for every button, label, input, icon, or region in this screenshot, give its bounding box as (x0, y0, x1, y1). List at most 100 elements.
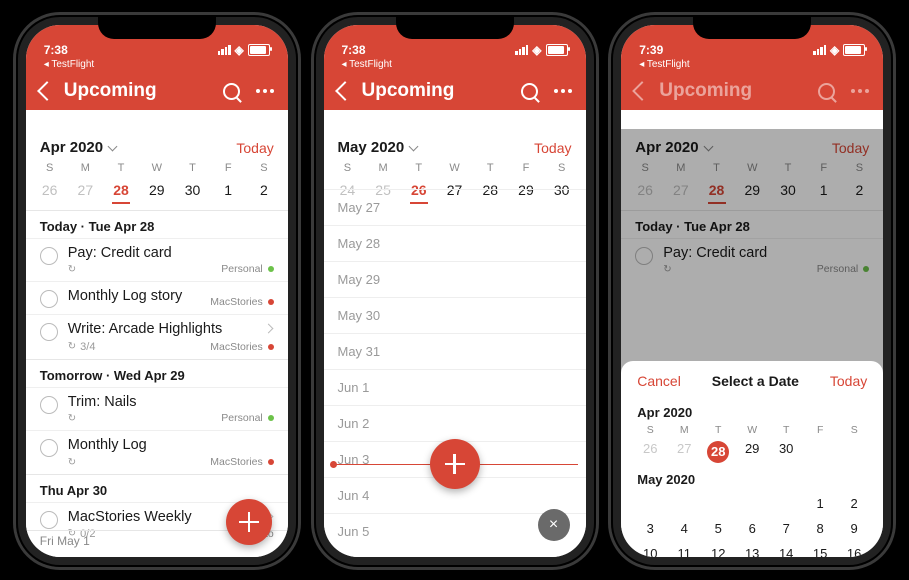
calendar-day (735, 491, 769, 516)
today-button[interactable]: Today (534, 140, 571, 156)
timeline[interactable]: May 27May 28May 29May 30May 31Jun 1Jun 2… (324, 189, 586, 557)
calendar-day (803, 436, 837, 468)
cancel-button[interactable]: Cancel (637, 373, 681, 389)
more-icon[interactable] (851, 89, 869, 93)
task-project: Personal (221, 263, 273, 275)
calendar-day[interactable]: 29 (735, 436, 769, 468)
add-task-button[interactable] (430, 439, 480, 489)
calendar-day (701, 491, 735, 516)
phone-3: 7:39 ◈ ◂ TestFlight Upcoming (611, 15, 893, 567)
task-checkbox[interactable] (40, 396, 58, 414)
more-icon[interactable] (256, 89, 274, 93)
calendar-day[interactable]: 9 (837, 516, 871, 541)
project-dot-icon (268, 459, 274, 465)
month-heading: Apr 2020 (633, 401, 871, 424)
task-item[interactable]: Monthly Log story MacStories (26, 281, 288, 314)
wifi-icon: ◈ (830, 43, 839, 57)
battery-icon (248, 44, 270, 56)
calendar-day[interactable]: 28 (701, 436, 735, 468)
calendar-day[interactable]: 14 (769, 541, 803, 557)
month-label: Apr 2020 (40, 139, 103, 156)
calendar-day[interactable]: 26 (633, 436, 667, 468)
timeline-day[interactable]: Jun 2 (324, 405, 586, 441)
recurring-icon: ↻ (68, 413, 76, 424)
calendar-day[interactable]: 1 (803, 491, 837, 516)
calendar-day (837, 436, 871, 468)
calendar-day[interactable]: 12 (701, 541, 735, 557)
timeline-day[interactable]: May 28 (324, 225, 586, 261)
timeline-day[interactable]: May 30 (324, 297, 586, 333)
search-icon[interactable] (818, 83, 835, 100)
weekday-header: SMTWTFS (633, 424, 871, 436)
testflight-back[interactable]: ◂ TestFlight (324, 59, 586, 72)
timeline-day[interactable]: May 29 (324, 261, 586, 297)
calendar-day[interactable]: 10 (633, 541, 667, 557)
back-icon[interactable] (632, 81, 652, 101)
calendar-day[interactable]: 28 (103, 178, 139, 202)
calendar-day[interactable]: 11 (667, 541, 701, 557)
task-item[interactable]: Trim: Nails ↻ Personal (26, 387, 288, 430)
search-icon[interactable] (223, 83, 240, 100)
calendar-day[interactable]: 13 (735, 541, 769, 557)
testflight-back[interactable]: ◂ TestFlight (621, 59, 883, 72)
calendar-day[interactable]: 29 (139, 178, 175, 202)
task-title: Trim: Nails (68, 394, 274, 411)
wifi-icon: ◈ (532, 43, 541, 57)
date-picker-sheet: Cancel Select a Date Today Apr 2020 SMTW… (621, 361, 883, 557)
task-project: Personal (221, 412, 273, 424)
calendar-day (769, 491, 803, 516)
notch (98, 15, 216, 39)
today-button[interactable]: Today (830, 373, 867, 389)
calendar-day[interactable]: 16 (837, 541, 871, 557)
calendar-day[interactable]: 2 (837, 491, 871, 516)
back-icon[interactable] (37, 81, 57, 101)
timeline-day[interactable]: May 27 (324, 189, 586, 225)
battery-icon (546, 44, 568, 56)
task-checkbox[interactable] (40, 323, 58, 341)
close-button[interactable]: × (538, 509, 570, 541)
calendar-day[interactable]: 30 (175, 178, 211, 202)
task-checkbox[interactable] (40, 439, 58, 457)
calendar-day (633, 491, 667, 516)
recurring-icon: ↻ (68, 264, 76, 275)
calendar-day[interactable]: 8 (803, 516, 837, 541)
month-label: May 2020 (338, 139, 405, 156)
task-checkbox[interactable] (40, 290, 58, 308)
month-selector[interactable]: Apr 2020 (40, 139, 116, 156)
back-icon[interactable] (335, 81, 355, 101)
task-title: Write: Arcade Highlights (68, 321, 274, 338)
project-dot-icon (268, 415, 274, 421)
calendar-day[interactable]: 4 (667, 516, 701, 541)
calendar-day[interactable]: 7 (769, 516, 803, 541)
calendar-day[interactable]: 27 (667, 436, 701, 468)
task-item[interactable]: Pay: Credit card ↻ Personal (26, 238, 288, 281)
battery-icon (843, 44, 865, 56)
task-checkbox[interactable] (40, 247, 58, 265)
more-icon[interactable] (554, 89, 572, 93)
today-button[interactable]: Today (236, 140, 273, 156)
calendar-day[interactable]: 2 (246, 178, 282, 202)
calendar-day[interactable]: 15 (803, 541, 837, 557)
task-item[interactable]: Monthly Log ↻ MacStories (26, 430, 288, 473)
calendar-day[interactable]: 5 (701, 516, 735, 541)
testflight-back[interactable]: ◂ TestFlight (26, 59, 288, 72)
week-row: 262728293012 (26, 174, 288, 210)
task-project: MacStories (210, 296, 274, 308)
timeline-day[interactable]: Jun 1 (324, 369, 586, 405)
month-selector[interactable]: May 2020 (338, 139, 418, 156)
recurring-icon: ↻ (68, 457, 76, 468)
task-project: MacStories (210, 456, 274, 468)
timeline-day[interactable]: May 31 (324, 333, 586, 369)
calendar-day[interactable]: 1 (210, 178, 246, 202)
task-item[interactable]: Write: Arcade Highlights ↻3/4 MacStories (26, 314, 288, 358)
recurring-icon: ↻ (68, 341, 76, 352)
calendar-day[interactable]: 26 (32, 178, 68, 202)
project-dot-icon (268, 266, 274, 272)
calendar-day[interactable]: 27 (67, 178, 103, 202)
calendar-day[interactable]: 30 (769, 436, 803, 468)
calendar-day[interactable]: 3 (633, 516, 667, 541)
task-checkbox[interactable] (40, 511, 58, 529)
add-task-button[interactable] (226, 499, 272, 545)
calendar-day[interactable]: 6 (735, 516, 769, 541)
search-icon[interactable] (521, 83, 538, 100)
